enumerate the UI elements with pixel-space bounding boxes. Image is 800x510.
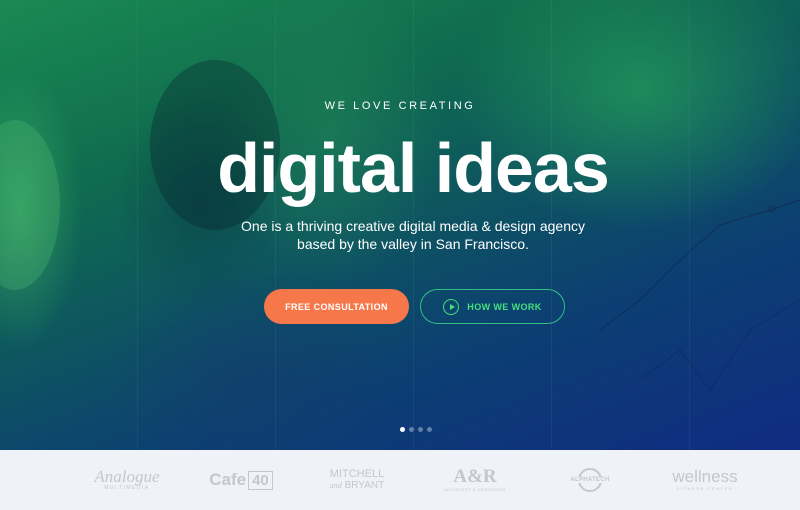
logo-analogue: Analogue MULTIMEDIA [82, 450, 172, 510]
logo-mitchell-and: and [329, 481, 342, 490]
hero-subtitle-line: One is a thriving creative digital media… [241, 218, 585, 234]
slider-dot-3[interactable] [418, 427, 423, 432]
logo-analogue-name: Analogue [94, 466, 160, 486]
play-icon [443, 298, 460, 315]
logo-wellness: wellness FITNESS CENTER [665, 450, 745, 510]
logo-wellness-name: wellness [672, 467, 738, 486]
logo-cafe40-name: Cafe [209, 470, 247, 489]
hero-headline: digital ideas [217, 129, 610, 207]
how-we-work-label: HOW WE WORK [467, 301, 542, 312]
hero-banner: WE LOVE CREATING digital ideas One is a … [0, 0, 800, 450]
logo-ar-name: A&R [453, 466, 497, 487]
logo-mitchell-bryant-text: BRYANT [344, 480, 385, 491]
logo-wellness-sub: FITNESS CENTER [676, 486, 734, 491]
free-consultation-label: FREE CONSULTATION [285, 301, 388, 312]
logo-cafe40: Cafe 40 [205, 450, 277, 510]
logo-mitchell-bryant: MITCHELL and BRYANT [317, 450, 397, 510]
free-consultation-button[interactable]: FREE CONSULTATION [264, 289, 409, 324]
slider-pagination [400, 427, 432, 432]
slider-dot-2[interactable] [409, 427, 414, 432]
hero-subtitle: One is a thriving creative digital media… [0, 217, 800, 253]
logo-alphatech-name: ALPHATECH [569, 477, 611, 483]
slider-dot-1[interactable] [400, 427, 405, 432]
logo-ar-sub: ARCHITECT & DESIGNERS [444, 487, 506, 492]
logo-alphatech: ALPHATECH [560, 450, 620, 510]
slider-dot-4[interactable] [427, 427, 432, 432]
how-we-work-button[interactable]: HOW WE WORK [420, 289, 565, 324]
hero-eyebrow: WE LOVE CREATING [324, 100, 476, 112]
logo-mitchell-name: MITCHELL [329, 468, 385, 480]
logo-analogue-sub: MULTIMEDIA [104, 484, 150, 491]
hero-subtitle-line: based by the valley in San Francisco. [297, 236, 529, 252]
logo-ar: A&R ARCHITECT & DESIGNERS [440, 450, 510, 510]
logo-cafe40-badge: 40 [248, 470, 273, 490]
client-logos-bar: Analogue MULTIMEDIA Cafe 40 MITCHELL and… [0, 450, 800, 510]
